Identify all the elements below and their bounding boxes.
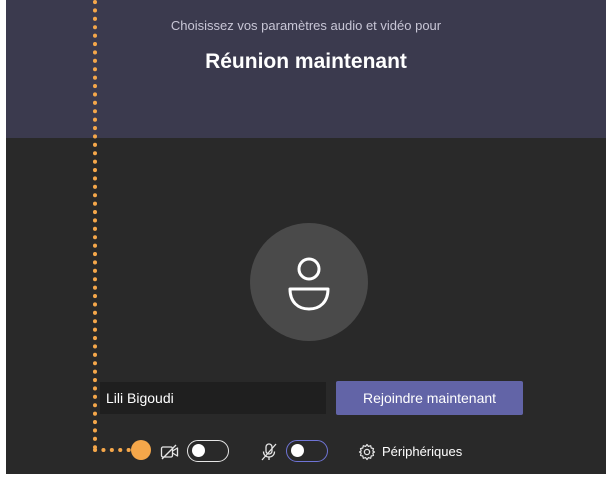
camera-off-icon[interactable] [160,443,180,461]
name-input[interactable] [100,382,326,414]
camera-toggle-knob [192,444,205,457]
camera-toggle[interactable] [187,440,229,462]
meeting-title: Réunion maintenant [205,50,407,73]
header-subtitle: Choisissez vos paramètres audio et vidéo… [170,18,442,33]
header: Choisissez vos paramètres audio et vidéo… [6,0,606,138]
controls-bar: Périphériques [6,432,606,472]
join-now-button[interactable]: Rejoindre maintenant [336,381,523,415]
microphone-toggle[interactable] [286,440,328,462]
mic-off-icon[interactable] [260,442,278,462]
prejoin-screen: Choisissez vos paramètres audio et vidéo… [6,0,606,474]
gear-icon [358,443,376,461]
person-icon [288,257,330,311]
avatar [250,223,368,341]
microphone-toggle-knob [291,444,304,457]
devices-label: Périphériques [382,444,463,459]
